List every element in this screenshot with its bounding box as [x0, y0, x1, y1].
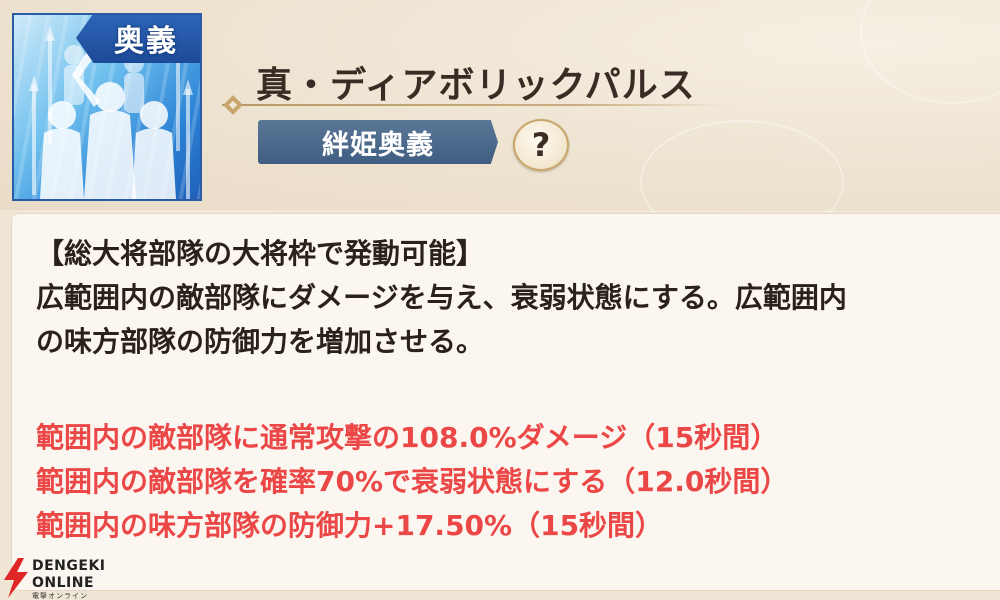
- watermark: DENGEKI ONLINE 電撃オンライン: [2, 556, 132, 600]
- category-tab: 奥義: [76, 15, 200, 63]
- lightning-logo-icon: [4, 558, 28, 598]
- description-line: の味方部隊の防御力を増加させる。: [36, 325, 485, 358]
- question-mark-icon: ?: [531, 126, 551, 164]
- title-underline: [222, 104, 727, 106]
- watermark-line2: ONLINE: [32, 575, 95, 591]
- watermark-line3: 電撃オンライン: [32, 592, 88, 600]
- category-tab-label: 奥義: [114, 24, 178, 59]
- skill-title: 真・ディアボリックパルス: [256, 65, 696, 106]
- watermark-line1: DENGEKI: [32, 558, 106, 574]
- effect-list: 範囲内の敵部隊に通常攻撃の108.0%ダメージ（15秒間） 範囲内の敵部隊を確率…: [36, 416, 996, 548]
- skill-icon: 奥義: [12, 13, 202, 201]
- effect-item: 範囲内の味方部隊の防御力+17.50%（15秒間）: [36, 509, 664, 542]
- help-button[interactable]: ?: [513, 119, 569, 171]
- description-line: 広範囲内の敵部隊にダメージを与え、衰弱状態にする。広範囲内: [36, 281, 847, 314]
- skill-type-label: 絆姫奥義: [322, 129, 434, 161]
- skill-type-badge: 絆姫奥義: [258, 120, 498, 164]
- skill-description: 【総大将部隊の大将枠で発動可能】 広範囲内の敵部隊にダメージを与え、衰弱状態にす…: [36, 232, 996, 364]
- effect-item: 範囲内の敵部隊に通常攻撃の108.0%ダメージ（15秒間）: [36, 421, 779, 454]
- effect-item: 範囲内の敵部隊を確率70%で衰弱状態にする（12.0秒間）: [36, 465, 789, 498]
- description-line: 【総大将部隊の大将枠で発動可能】: [36, 237, 485, 270]
